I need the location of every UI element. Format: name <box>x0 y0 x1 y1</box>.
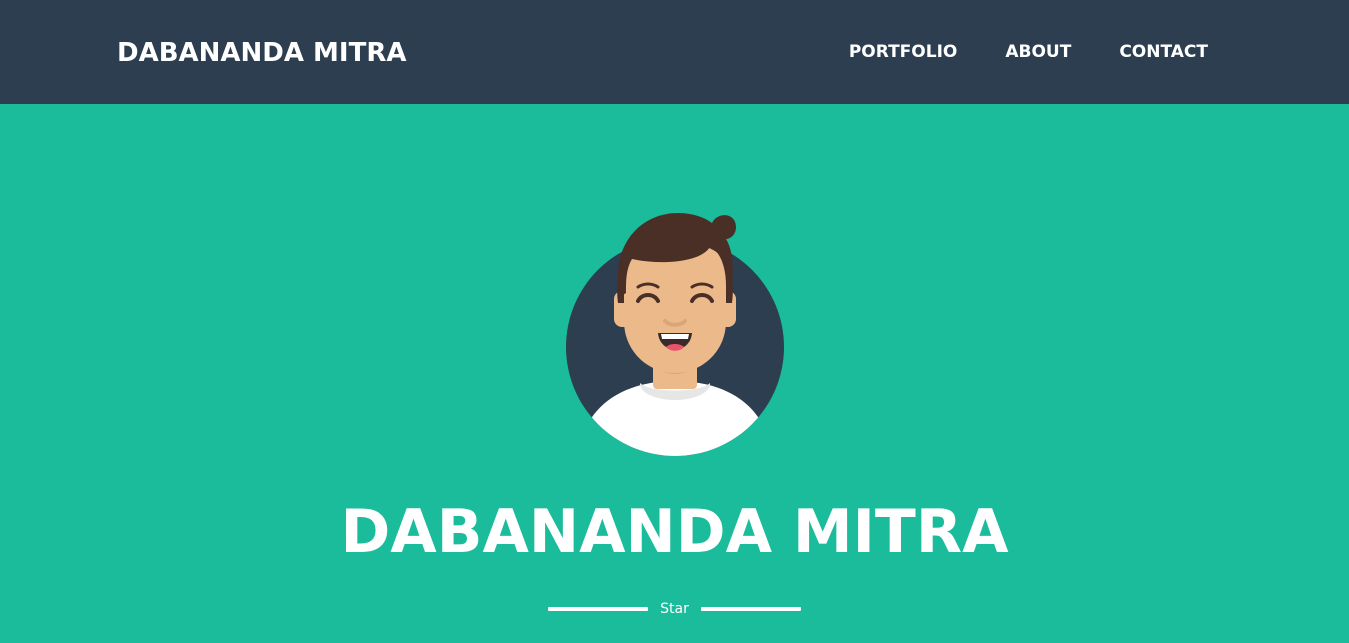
divider-label: Star <box>660 601 689 617</box>
star-divider: Star <box>548 598 801 620</box>
brand-link[interactable]: DABANANDA MITRA <box>117 36 406 70</box>
nav-link-contact[interactable]: CONTACT <box>1119 40 1208 64</box>
hero-title: DABANANDA MITRA <box>340 497 1009 567</box>
nav-menu: PORTFOLIO ABOUT CONTACT <box>801 40 1208 64</box>
navbar: DABANANDA MITRA PORTFOLIO ABOUT CONTACT <box>0 0 1349 104</box>
nav-link-about[interactable]: ABOUT <box>1005 40 1071 64</box>
nav-link-portfolio[interactable]: PORTFOLIO <box>849 40 958 64</box>
divider-line-left <box>548 607 648 611</box>
avatar-icon <box>566 213 784 456</box>
divider-line-right <box>701 607 801 611</box>
